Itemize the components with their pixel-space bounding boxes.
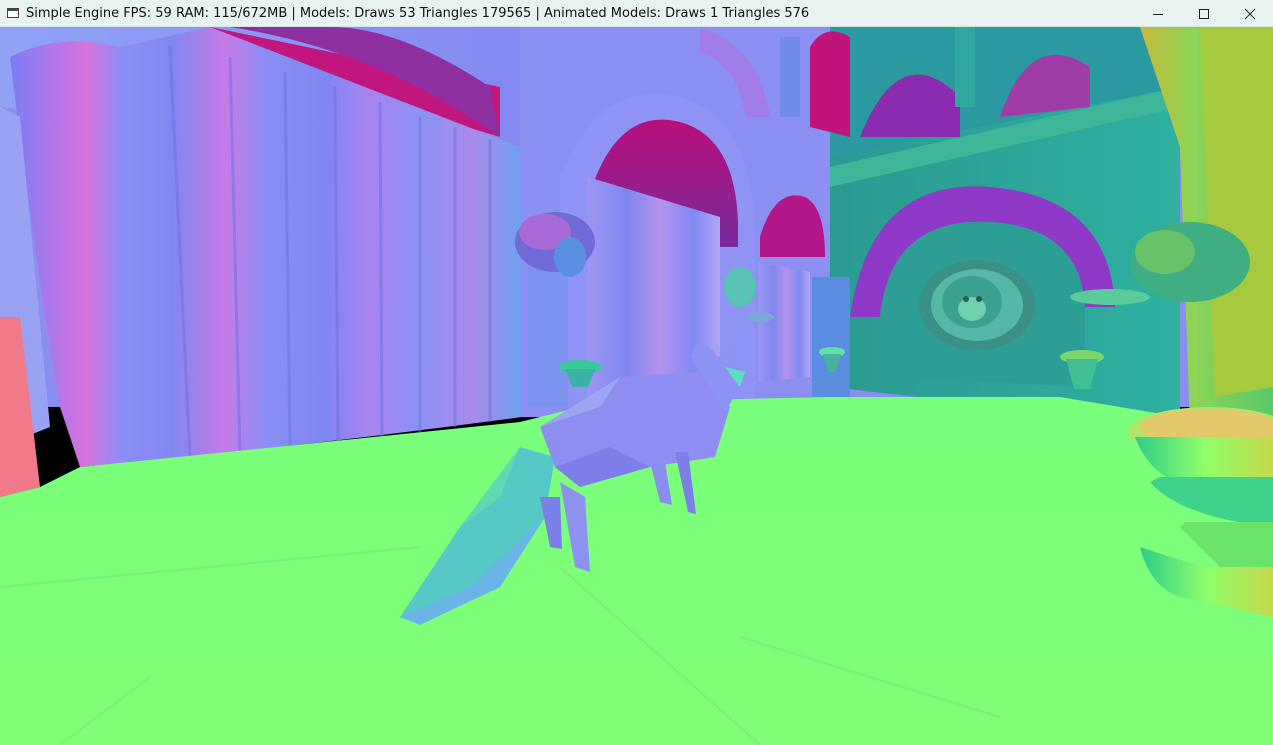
upper-arch-left [810, 31, 850, 137]
app-window: Simple Engine FPS: 59 RAM: 115/672MB | M… [0, 0, 1273, 745]
title-bar[interactable]: Simple Engine FPS: 59 RAM: 115/672MB | M… [0, 0, 1273, 27]
maximize-button[interactable] [1181, 0, 1227, 27]
center-curtain-2 [758, 262, 810, 382]
window-controls [1135, 0, 1273, 27]
upper-column [955, 27, 975, 107]
pillar-center [812, 277, 850, 397]
upper-colonnade-pillar [780, 37, 800, 117]
minimize-button[interactable] [1135, 0, 1181, 27]
scene-canvas [0, 27, 1273, 745]
maximize-icon [1199, 8, 1209, 19]
window-title: Simple Engine FPS: 59 RAM: 115/672MB | M… [26, 5, 810, 21]
close-icon [1244, 8, 1256, 19]
close-button[interactable] [1227, 0, 1273, 27]
lion-medallion [919, 260, 1035, 350]
render-viewport[interactable] [0, 27, 1273, 745]
app-window-icon[interactable] [7, 8, 19, 18]
minimize-icon [1153, 13, 1163, 15]
